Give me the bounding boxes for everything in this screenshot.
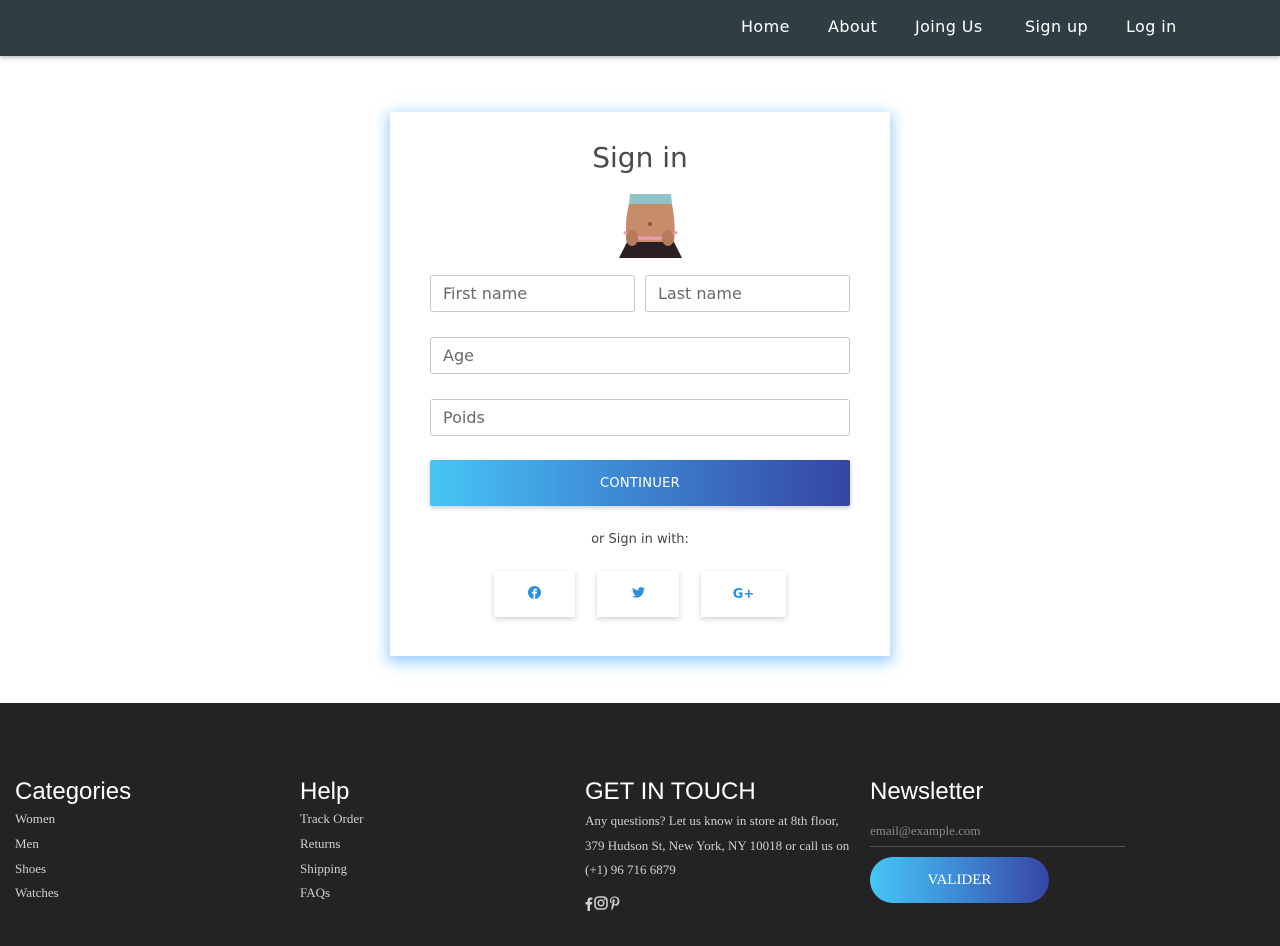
facebook-sign-in-button[interactable] <box>494 571 575 617</box>
twitter-sign-in-button[interactable] <box>597 571 679 617</box>
first-name-input[interactable] <box>430 275 635 312</box>
google-plus-icon: G+ <box>732 586 755 602</box>
poids-input[interactable] <box>430 399 850 436</box>
sign-in-title: Sign in <box>592 141 688 174</box>
or-sign-in-text: or Sign in with: <box>591 532 689 547</box>
top-navbar: Home About Joing Us Sign up Log in <box>0 0 1280 56</box>
newsletter-title: Newsletter <box>870 778 984 805</box>
nav-joining-link[interactable]: Joing Us <box>915 17 983 36</box>
contact-text: Any questions? Let us know in store at 8… <box>585 813 850 878</box>
help-link-shipping[interactable]: Shipping <box>300 861 347 877</box>
avatar-image <box>616 194 685 258</box>
help-link-faqs[interactable]: FAQs <box>300 885 330 901</box>
nav-login-link[interactable]: Log in <box>1126 17 1177 36</box>
instagram-icon[interactable] <box>594 896 608 915</box>
category-link-shoes[interactable]: Shoes <box>15 861 46 877</box>
nav-signup-link[interactable]: Sign up <box>1025 17 1088 36</box>
google-plus-sign-in-button[interactable]: G+ <box>701 571 786 617</box>
continue-button[interactable]: CONTINUER <box>430 460 850 506</box>
category-link-watches[interactable]: Watches <box>15 885 59 901</box>
newsletter-email-input[interactable] <box>870 815 1125 847</box>
twitter-icon <box>631 586 645 602</box>
get-in-touch-title: GET IN TOUCH <box>585 778 756 805</box>
facebook-icon <box>528 585 541 603</box>
help-link-returns[interactable]: Returns <box>300 836 340 852</box>
facebook-icon[interactable] <box>584 896 593 915</box>
nav-home-link[interactable]: Home <box>741 17 790 36</box>
category-link-women[interactable]: Women <box>15 811 55 827</box>
last-name-input[interactable] <box>645 275 850 312</box>
categories-title: Categories <box>15 778 132 805</box>
newsletter-submit-button[interactable]: VALIDER <box>870 857 1049 903</box>
help-link-track-order[interactable]: Track Order <box>300 811 363 827</box>
nav-about-link[interactable]: About <box>828 17 877 36</box>
category-link-men[interactable]: Men <box>15 836 39 852</box>
help-title: Help <box>300 778 350 805</box>
footer-social-icons <box>584 896 620 915</box>
age-input[interactable] <box>430 337 850 374</box>
pinterest-icon[interactable] <box>609 896 620 915</box>
